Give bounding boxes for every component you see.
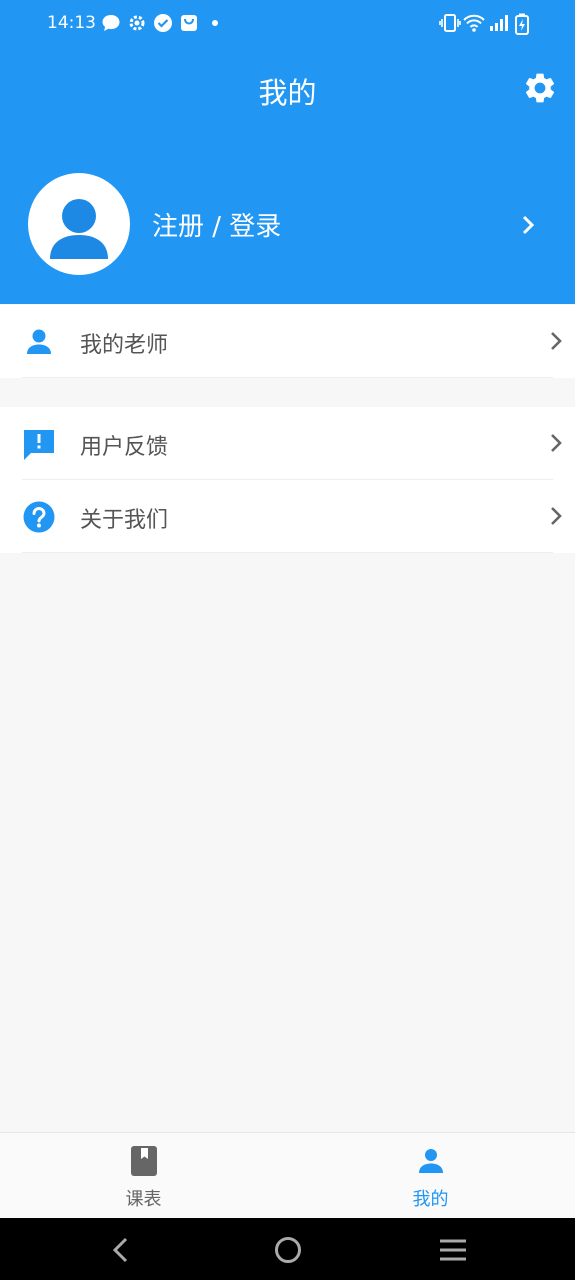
header: 14:13 我的 注册 / 登录 <box>0 0 575 304</box>
menu-item-label: 用户反馈 <box>80 435 169 460</box>
menu-item-label: 关于我们 <box>80 508 169 533</box>
menu-icon[interactable] <box>437 1234 469 1266</box>
tab-schedule[interactable]: 课表 <box>0 1133 287 1219</box>
chevron-right-icon <box>551 332 562 350</box>
avatar-person-icon <box>50 199 108 259</box>
gear-small-icon <box>129 15 145 31</box>
tab-mine[interactable]: 我的 <box>287 1133 574 1219</box>
message-icon <box>102 15 120 31</box>
login-register-label[interactable]: 注册 / 登录 <box>152 206 281 243</box>
shopping-bag-icon <box>181 15 197 31</box>
wifi-icon <box>463 14 485 32</box>
tab-label: 我的 <box>412 1189 449 1210</box>
status-bar: 14:13 <box>0 0 575 48</box>
menu-item-feedback[interactable]: 用户反馈 <box>0 407 575 480</box>
chevron-right-icon <box>522 215 535 235</box>
bottom-nav: 课表 我的 <box>0 1132 575 1218</box>
tab-label: 课表 <box>125 1189 162 1210</box>
menu-group-teacher: 我的老师 <box>0 305 575 378</box>
chevron-right-icon <box>551 434 562 452</box>
check-circle-icon <box>154 14 172 32</box>
person-icon <box>418 1149 443 1173</box>
divider <box>22 552 553 553</box>
dot-icon <box>212 20 218 26</box>
chevron-right-icon <box>551 507 562 525</box>
divider <box>22 377 553 378</box>
menu-item-my-teacher[interactable]: 我的老师 <box>0 305 575 378</box>
menu-item-label: 我的老师 <box>80 333 169 358</box>
system-nav-bar <box>0 1218 575 1280</box>
settings-button[interactable] <box>522 70 558 106</box>
menu-group-info: 用户反馈 关于我们 <box>0 407 575 553</box>
profile-row[interactable]: 注册 / 登录 <box>0 168 575 280</box>
vibrate-icon <box>439 14 461 32</box>
gear-icon <box>525 73 555 103</box>
person-icon <box>27 329 51 354</box>
avatar[interactable] <box>28 173 130 275</box>
feedback-icon <box>24 430 54 460</box>
book-icon <box>130 1146 157 1176</box>
menu-item-about-us[interactable]: 关于我们 <box>0 480 575 553</box>
signal-icon <box>490 15 508 31</box>
status-time: 14:13 <box>47 13 96 33</box>
home-icon[interactable] <box>272 1234 304 1266</box>
battery-icon <box>515 13 529 35</box>
page-title: 我的 <box>258 76 317 110</box>
help-icon <box>23 501 55 533</box>
back-icon[interactable] <box>106 1234 138 1266</box>
